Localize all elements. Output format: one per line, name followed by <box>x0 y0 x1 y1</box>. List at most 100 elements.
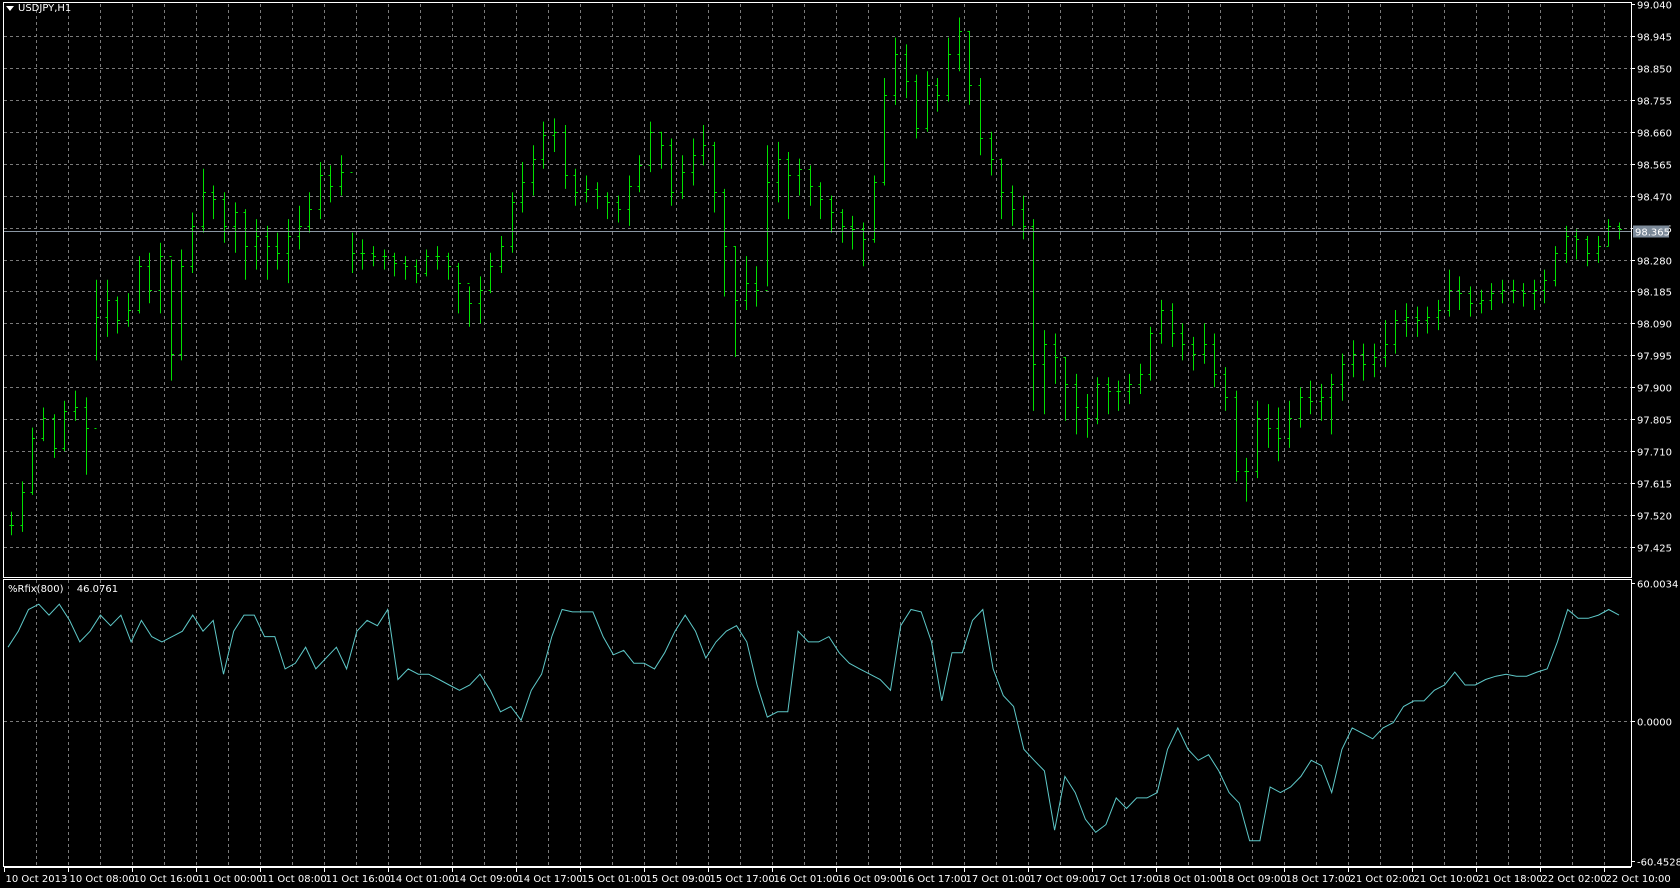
ohlc-bar <box>1425 306 1430 334</box>
ohlc-bar <box>137 256 142 314</box>
ohlc-bar <box>1085 394 1090 438</box>
ohlc-bar <box>1436 299 1441 331</box>
ohlc-bar <box>1063 357 1068 421</box>
time-axis-label: 21 Oct 02:00 <box>1350 874 1415 885</box>
ohlc-bar <box>456 262 461 314</box>
time-axis-label: 22 Oct 02:00 <box>1542 874 1607 885</box>
ohlc-bar <box>265 225 270 280</box>
ohlc-bar <box>637 155 642 193</box>
time-axis-label: 16 Oct 09:00 <box>838 874 903 885</box>
ohlc-bar <box>201 168 206 233</box>
price-axis-label: 97.995 <box>1637 352 1672 363</box>
ohlc-bar <box>243 209 248 280</box>
ohlc-bar <box>1308 380 1313 415</box>
time-axis-label: 22 Oct 10:00 <box>1606 874 1671 885</box>
time-axis-label: 17 Oct 17:00 <box>1094 874 1159 885</box>
time-axis-label: 14 Oct 17:00 <box>518 874 583 885</box>
ohlc-bar <box>1361 343 1366 381</box>
ohlc-bar <box>382 249 387 270</box>
time-axis-label: 14 Oct 01:00 <box>390 874 455 885</box>
ohlc-bar <box>1489 283 1494 310</box>
ohlc-bar <box>424 249 429 277</box>
ohlc-bar <box>680 155 685 200</box>
time-axis-label: 21 Oct 18:00 <box>1478 874 1543 885</box>
ohlc-bar <box>1542 269 1547 304</box>
ohlc-bar <box>1191 336 1196 371</box>
ohlc-bar <box>115 296 120 334</box>
time-axis-label: 16 Oct 17:00 <box>902 874 967 885</box>
ohlc-bar <box>1383 320 1388 368</box>
ohlc-bar <box>1170 303 1175 347</box>
ohlc-bar <box>126 293 131 327</box>
ohlc-bar <box>1574 229 1579 260</box>
ohlc-bar <box>467 283 472 327</box>
ohlc-bar <box>1212 333 1217 388</box>
price-axis-label: 97.615 <box>1637 480 1672 491</box>
ohlc-bar <box>659 131 664 169</box>
ohlc-bar <box>1042 330 1047 415</box>
chart-canvas[interactable]: 99.040 98.945 98.850 98.755 98.660 98.565 98.4… <box>0 0 1680 888</box>
ohlc-bar <box>1521 283 1526 307</box>
symbol-timeframe-label: USDJPY,H1 <box>18 3 72 14</box>
ohlc-bar <box>275 232 280 270</box>
ohlc-bar <box>1223 367 1228 411</box>
ohlc-bar <box>850 215 855 250</box>
price-axis-label: 98.755 <box>1637 97 1672 108</box>
ohlc-bar <box>1255 400 1260 479</box>
ohlc-bar <box>499 235 504 273</box>
ohlc-bar <box>829 195 834 233</box>
main-chart-border <box>3 2 1632 578</box>
ohlc-bar <box>1234 390 1239 482</box>
ohlc-bar <box>861 222 866 267</box>
price-axis-label: 98.090 <box>1637 320 1672 331</box>
indicator-panel-border <box>3 579 1632 867</box>
ohlc-bar <box>1266 404 1271 448</box>
current-price-label: 98.365 <box>1635 228 1670 239</box>
chart-title[interactable]: USDJPY,H1 <box>6 3 71 14</box>
ohlc-bar <box>1329 373 1334 435</box>
dropdown-triangle-icon[interactable] <box>6 6 14 11</box>
ohlc-bar <box>105 279 110 337</box>
ohlc-bar <box>350 172 355 273</box>
ohlc-bar <box>1116 380 1121 411</box>
price-axis-label: 98.565 <box>1637 161 1672 172</box>
ohlc-bar <box>754 266 759 307</box>
time-axis-label: 15 Oct 01:00 <box>582 874 647 885</box>
ohlc-bar <box>307 192 312 233</box>
ohlc-bar <box>627 175 632 226</box>
ohlc-bar <box>595 182 600 210</box>
ohlc-bar <box>403 256 408 280</box>
time-axis-label: 18 Oct 17:00 <box>1286 874 1351 885</box>
ohlc-bar <box>691 138 696 186</box>
ohlc-bar <box>414 259 419 284</box>
time-axis-label: 10 Oct 16:00 <box>134 874 199 885</box>
ohlc-bar <box>1404 303 1409 337</box>
ohlc-bar <box>935 77 940 112</box>
time-axis-label: 14 Oct 09:00 <box>454 874 519 885</box>
ohlc-bar <box>925 71 930 132</box>
ohlc-bar <box>584 175 589 203</box>
ohlc-bar <box>669 138 674 206</box>
ohlc-bar <box>1053 333 1058 384</box>
ohlc-bar <box>999 158 1004 220</box>
ohlc-bar <box>339 155 344 196</box>
ohlc-bar <box>1340 353 1345 401</box>
time-axis-label: 11 Oct 08:00 <box>262 874 327 885</box>
ohlc-bar <box>765 145 770 291</box>
ohlc-bar <box>904 44 909 99</box>
ohlc-bar <box>1138 363 1143 395</box>
ohlc-bar <box>254 219 259 270</box>
ohlc-bar <box>776 141 781 203</box>
ohlc-bar <box>1596 235 1601 263</box>
ohlc-bar <box>744 256 749 310</box>
ohlc-bar <box>41 407 46 442</box>
ohlc-bar <box>360 239 365 270</box>
ohlc-bar <box>840 209 845 243</box>
time-axis-label: 10 Oct 2013 <box>6 874 68 885</box>
indicator-line <box>7 603 1620 842</box>
ohlc-bar <box>605 192 610 220</box>
ohlc-bar <box>158 242 163 314</box>
price-axis-label: 99.040 <box>1637 1 1672 12</box>
time-axis-label: 21 Oct 10:00 <box>1414 874 1479 885</box>
price-axis-label: 97.710 <box>1637 448 1672 459</box>
